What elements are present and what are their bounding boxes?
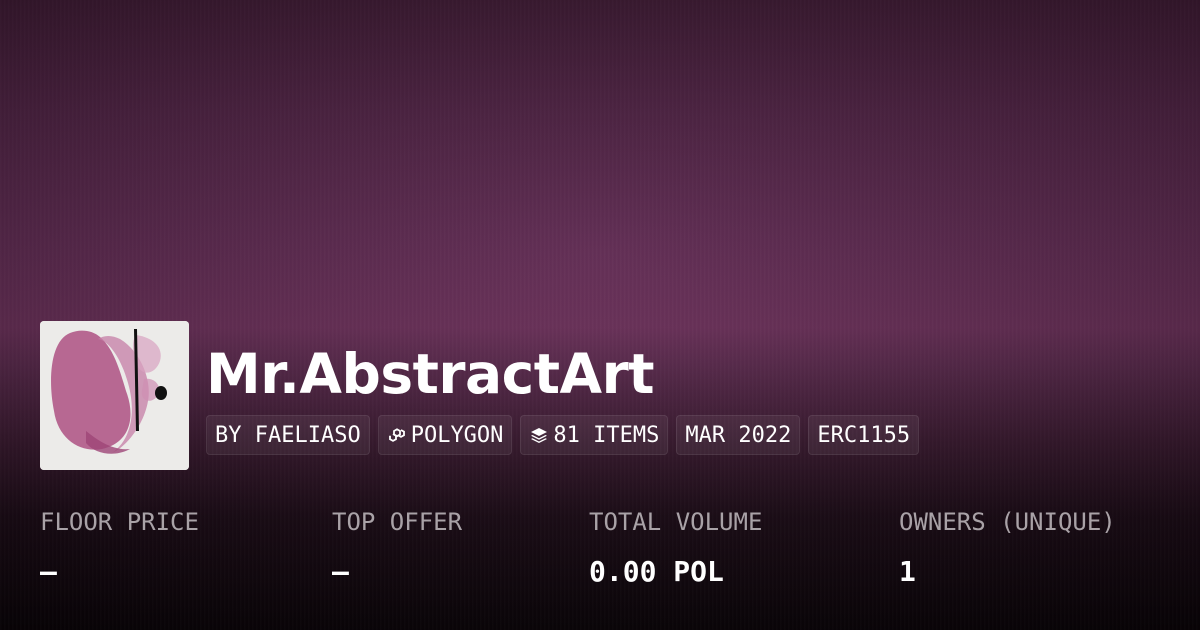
stat-value: 0.00 POL <box>589 555 724 588</box>
created-date-tag: MAR 2022 <box>676 415 801 455</box>
layers-icon <box>529 425 549 445</box>
collection-stats: FLOOR PRICE – TOP OFFER – TOTAL VOLUME 0… <box>0 500 1200 610</box>
collection-tags: BY FAELIASO POLYGON 81 ITEMS MAR 2022 ER… <box>206 415 920 455</box>
abstract-art-logo <box>40 321 189 470</box>
chain-tag[interactable]: POLYGON <box>377 415 513 455</box>
polygon-chain-icon <box>387 425 407 445</box>
stat-value: – <box>40 555 57 588</box>
stat-label: FLOOR PRICE <box>40 508 199 536</box>
stat-label: TOP OFFER <box>332 508 463 536</box>
creator-tag[interactable]: BY FAELIASO <box>206 415 370 455</box>
collection-title: Mr.AbstractArt <box>206 342 655 406</box>
token-standard-label: ERC1155 <box>817 422 911 448</box>
created-date-label: MAR 2022 <box>685 422 792 448</box>
stat-owners: OWNERS (UNIQUE) 1 <box>899 500 1116 594</box>
creator-label: BY FAELIASO <box>215 422 361 448</box>
stat-floor-price: FLOOR PRICE – <box>40 500 199 594</box>
token-standard-tag: ERC1155 <box>808 415 920 455</box>
items-tag[interactable]: 81 ITEMS <box>520 415 669 455</box>
stat-label: TOTAL VOLUME <box>589 508 763 536</box>
stat-value: – <box>332 555 349 588</box>
collection-logo <box>40 321 189 470</box>
stat-label: OWNERS (UNIQUE) <box>899 508 1116 536</box>
stat-total-volume: TOTAL VOLUME 0.00 POL <box>589 500 762 594</box>
stat-top-offer: TOP OFFER – <box>332 500 462 594</box>
items-label: 81 ITEMS <box>553 422 660 448</box>
chain-label: POLYGON <box>410 422 504 448</box>
stat-value: 1 <box>899 555 916 588</box>
